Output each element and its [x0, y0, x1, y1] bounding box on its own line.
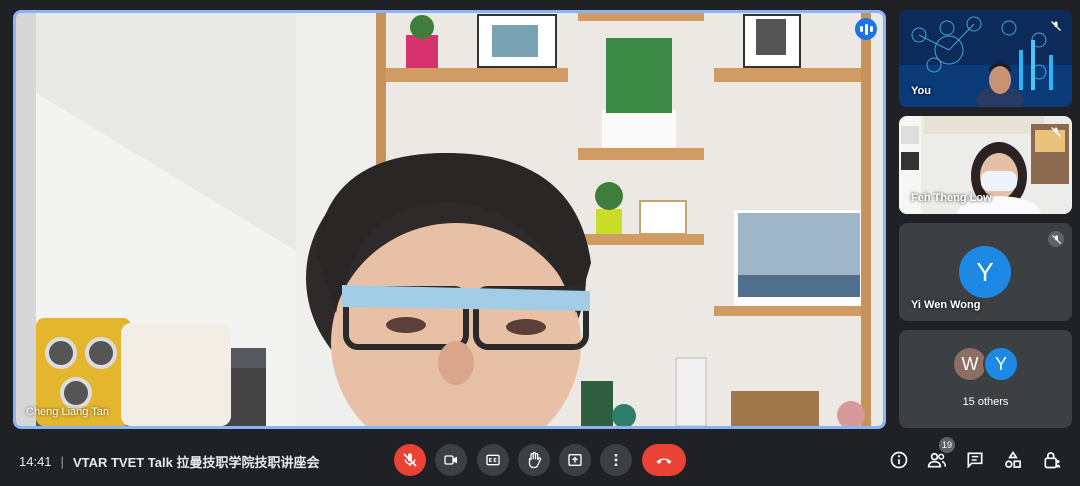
main-video-tile[interactable]: Cheng Liang Tan — [13, 10, 886, 429]
hand-icon — [528, 451, 542, 469]
meeting-time: 14:41 — [19, 454, 52, 469]
main-speaker-name: Cheng Liang Tan — [26, 406, 109, 418]
chat-icon — [967, 452, 983, 469]
more-vert-icon — [614, 454, 618, 466]
more-options-button[interactable] — [600, 444, 632, 476]
microphone-toggle-button[interactable] — [394, 444, 426, 476]
present-icon — [568, 454, 582, 466]
speaker-video — [16, 13, 883, 426]
participant-tile-feh-theng-low[interactable]: Feh Theng Low — [899, 116, 1072, 214]
present-screen-button[interactable] — [559, 444, 591, 476]
participant-name-feh-theng-low: Feh Theng Low — [911, 192, 992, 204]
lock-person-icon — [1044, 452, 1061, 469]
others-tile[interactable]: W Y 15 others — [899, 330, 1072, 428]
host-controls-button[interactable] — [1040, 448, 1064, 472]
camera-icon — [444, 455, 457, 465]
participant-name-you: You — [911, 85, 931, 97]
camera-toggle-button[interactable] — [435, 444, 467, 476]
avatar: Y — [983, 346, 1019, 382]
participant-name-yi-wen-wong: Yi Wen Wong — [911, 299, 981, 311]
people-icon — [927, 452, 947, 468]
captions-icon — [486, 454, 500, 466]
avatar: Y — [959, 246, 1011, 298]
leave-call-button[interactable] — [642, 444, 686, 476]
end-call-icon — [656, 458, 672, 464]
meeting-info: 14:41 | VTAR TVET Talk 拉曼技职学院技职讲座会 — [19, 452, 319, 471]
captions-button[interactable] — [477, 444, 509, 476]
activities-button[interactable] — [1001, 448, 1025, 472]
mic-off-icon — [1048, 124, 1064, 140]
others-count-label: 15 others — [962, 396, 1009, 408]
raise-hand-button[interactable] — [518, 444, 550, 476]
meeting-title: VTAR TVET Talk 拉曼技职学院技职讲座会 — [72, 455, 320, 470]
speaking-indicator-icon — [855, 18, 877, 40]
mic-off-icon — [1048, 18, 1064, 34]
mic-off-icon — [1048, 231, 1064, 247]
chat-button[interactable] — [963, 448, 987, 472]
activities-icon — [1005, 450, 1021, 468]
people-count-badge: 19 — [938, 437, 955, 453]
meeting-info-separator: | — [60, 454, 64, 469]
participant-tile-you[interactable]: You — [899, 10, 1072, 107]
mic-off-icon — [403, 453, 417, 467]
meeting-details-button[interactable] — [887, 448, 911, 472]
people-button[interactable]: 19 — [925, 437, 955, 472]
info-icon — [890, 451, 908, 469]
participant-tile-yi-wen-wong[interactable]: Y Yi Wen Wong — [899, 223, 1072, 321]
